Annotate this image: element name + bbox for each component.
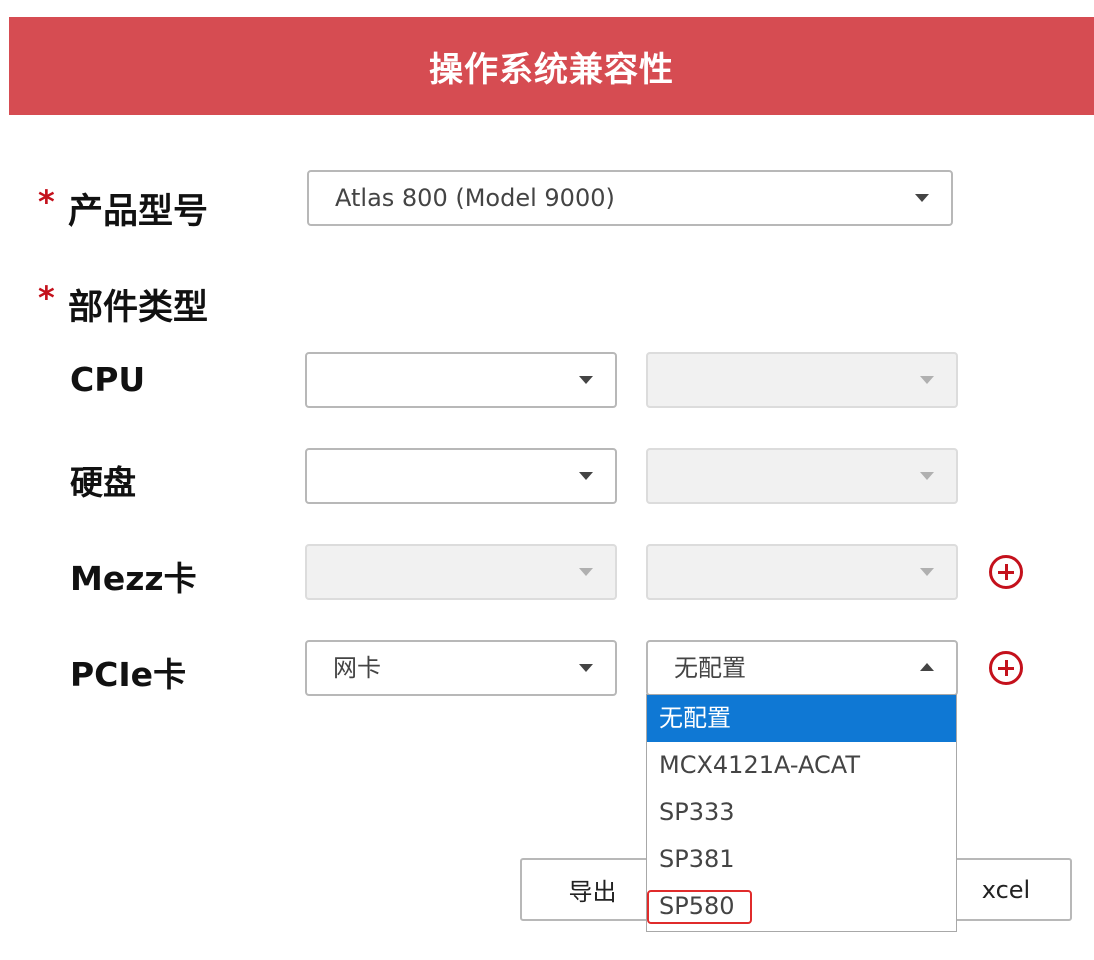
- caret-down-icon: [920, 568, 934, 576]
- pcie-select-primary[interactable]: 网卡: [305, 640, 617, 696]
- caret-down-icon: [920, 376, 934, 384]
- product-model-select[interactable]: Atlas 800 (Model 9000): [307, 170, 953, 226]
- dropdown-option[interactable]: 无配置: [647, 695, 956, 742]
- dropdown-option[interactable]: SP333: [647, 789, 956, 836]
- pcie-select-primary-value: 网卡: [333, 654, 381, 682]
- disk-label: 硬盘: [70, 463, 136, 502]
- export-button-label: 导出: [568, 878, 617, 906]
- pcie-label: PCIe卡: [70, 655, 187, 694]
- caret-down-icon: [920, 472, 934, 480]
- pcie-select-secondary-value: 无配置: [674, 654, 746, 682]
- caret-down-icon: [579, 376, 593, 384]
- cpu-select-primary[interactable]: [305, 352, 617, 408]
- page-header-banner: 操作系统兼容性: [9, 17, 1094, 115]
- page-title: 操作系统兼容性: [429, 49, 674, 90]
- cpu-select-secondary: [646, 352, 958, 408]
- export-excel-button-label: xcel: [981, 875, 1031, 904]
- caret-down-icon: [915, 194, 929, 202]
- cpu-label: CPU: [70, 360, 146, 399]
- caret-down-icon: [579, 664, 593, 672]
- pcie-select-secondary[interactable]: 无配置: [646, 640, 958, 696]
- mezz-label: Mezz卡: [70, 559, 197, 598]
- dropdown-option[interactable]: MCX4121A-ACAT: [647, 742, 956, 789]
- mezz-select-primary: [305, 544, 617, 600]
- required-mark: *: [38, 279, 55, 317]
- product-model-label: 产品型号: [68, 192, 209, 232]
- mezz-select-secondary: [646, 544, 958, 600]
- caret-down-icon: [579, 472, 593, 480]
- pcie-add-plus-circle-icon[interactable]: [989, 651, 1023, 685]
- product-model-value: Atlas 800 (Model 9000): [335, 184, 615, 212]
- disk-select-secondary: [646, 448, 958, 504]
- annotation-highlight-box: [647, 890, 752, 924]
- caret-up-icon: [920, 663, 934, 671]
- disk-select-primary[interactable]: [305, 448, 617, 504]
- required-mark: *: [38, 183, 55, 221]
- component-type-label: 部件类型: [68, 288, 209, 328]
- dropdown-option[interactable]: SP381: [647, 836, 956, 883]
- mezz-add-plus-circle-icon[interactable]: [989, 555, 1023, 589]
- caret-down-icon: [579, 568, 593, 576]
